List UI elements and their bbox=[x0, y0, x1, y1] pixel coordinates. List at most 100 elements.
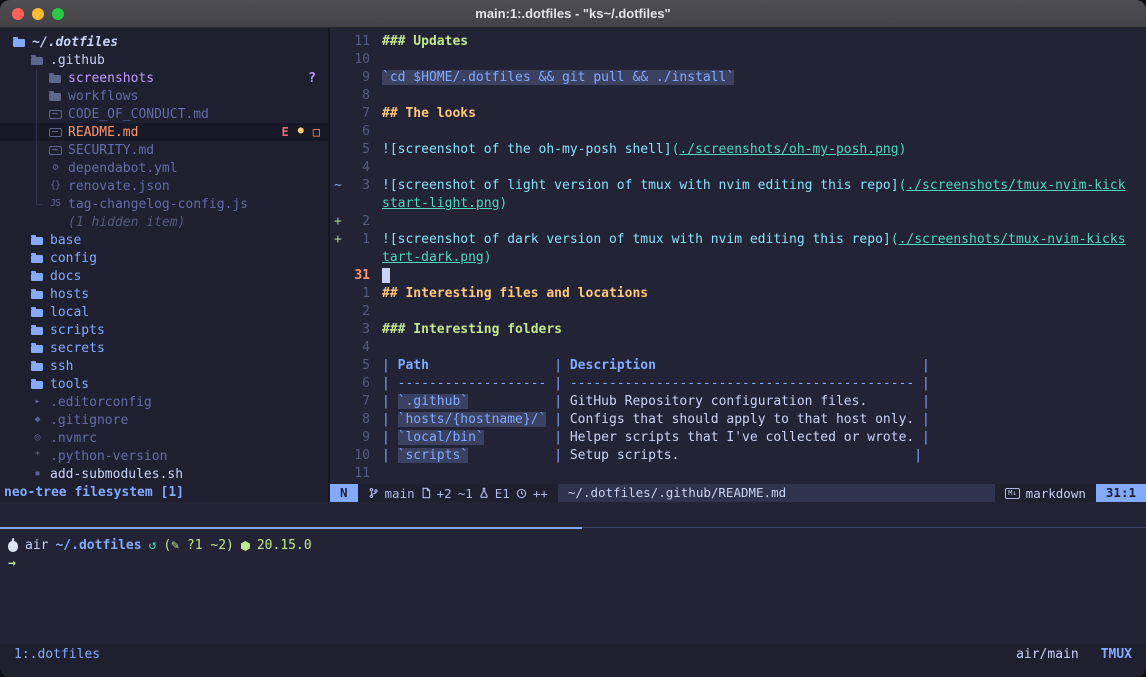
cursor-block bbox=[382, 268, 390, 283]
tree-item[interactable]: ~/.dotfiles bbox=[0, 33, 328, 51]
editor-line[interactable]: start-light.png) bbox=[330, 195, 1146, 213]
line-number: 9 bbox=[344, 69, 370, 87]
gutter-sign bbox=[330, 303, 344, 321]
editor-line[interactable]: 31 bbox=[330, 267, 1146, 285]
editor-line[interactable]: 5| Path | Description | bbox=[330, 357, 1146, 375]
tmux-session-name: air/main bbox=[1016, 646, 1079, 664]
line-number: 8 bbox=[344, 411, 370, 429]
tree-item-label: SECURITY.md bbox=[68, 143, 154, 158]
folder-icon bbox=[30, 362, 44, 371]
tmux-pane-border[interactable] bbox=[0, 527, 1146, 529]
editor-line[interactable]: 9| `local/bin` | Helper scripts that I'v… bbox=[330, 429, 1146, 447]
editor-line[interactable]: ~3![screenshot of light version of tmux … bbox=[330, 177, 1146, 195]
editor-line[interactable]: 5![screenshot of the oh-my-posh shell](.… bbox=[330, 141, 1146, 159]
tree-item[interactable]: docs bbox=[0, 267, 328, 285]
window-title: main:1:.dotfiles - "ks~/.dotfiles" bbox=[0, 6, 1146, 21]
sq-icon: ▪ bbox=[30, 467, 44, 481]
editor-line[interactable]: 3### Interesting folders bbox=[330, 321, 1146, 339]
editor-line[interactable]: 10| `scripts` | Setup scripts. | bbox=[330, 447, 1146, 465]
tree-item-label: CODE_OF_CONDUCT.md bbox=[68, 107, 209, 122]
tmux-right-status: air/main TMUX bbox=[1016, 646, 1132, 664]
tree-item[interactable]: tools bbox=[0, 375, 328, 393]
titlebar[interactable]: main:1:.dotfiles - "ks~/.dotfiles" bbox=[0, 0, 1146, 28]
editor-line[interactable]: 10 bbox=[330, 51, 1146, 69]
tree-item[interactable]: config bbox=[0, 249, 328, 267]
mode-indicator: N bbox=[330, 484, 358, 502]
tree-item[interactable]: {}renovate.json bbox=[0, 177, 328, 195]
status-marker: □ bbox=[313, 125, 320, 139]
tree-item[interactable]: CODE_OF_CONDUCT.md bbox=[0, 105, 328, 123]
editor-line[interactable]: 7## The looks bbox=[330, 105, 1146, 123]
git-branch-icon bbox=[368, 487, 379, 499]
diagnostics-count: E1 bbox=[495, 486, 510, 501]
editor-line[interactable]: 11 bbox=[330, 465, 1146, 483]
editor-line[interactable]: +2 bbox=[330, 213, 1146, 231]
editor-line[interactable]: 11### Updates bbox=[330, 33, 1146, 51]
editor-line[interactable]: tart-dark.png) bbox=[330, 249, 1146, 267]
hex-icon: ◎ bbox=[30, 431, 44, 445]
tree-item[interactable]: scripts bbox=[0, 321, 328, 339]
tree-item[interactable]: screenshots? bbox=[0, 69, 328, 87]
editor-line[interactable]: 8| `hosts/{hostname}/` | Configs that sh… bbox=[330, 411, 1146, 429]
shell-pane[interactable]: air ~/.dotfiles ↺ (✎ ?1 ~2) 20.15.0 → bbox=[0, 537, 1146, 573]
tree-item[interactable]: ssh bbox=[0, 357, 328, 375]
tree-item[interactable]: workflows bbox=[0, 87, 328, 105]
line-text: `cd $HOME/.dotfiles && git pull && ./ins… bbox=[382, 69, 734, 87]
cursor-position: 31:1 bbox=[1096, 484, 1146, 502]
neotree-statusline: neo-tree filesystem [1] bbox=[0, 484, 328, 502]
tree-item-label: docs bbox=[50, 269, 81, 284]
line-text: | ------------------- | ----------------… bbox=[382, 375, 930, 393]
editor-line[interactable]: 1## Interesting files and locations bbox=[330, 285, 1146, 303]
line-number: 8 bbox=[344, 87, 370, 105]
branch-name: main bbox=[385, 486, 415, 501]
tree-item-label: dependabot.yml bbox=[68, 161, 178, 176]
editor-line[interactable]: 4 bbox=[330, 159, 1146, 177]
tree-item[interactable]: hosts bbox=[0, 285, 328, 303]
tree-item-label: local bbox=[50, 305, 89, 320]
folder-icon bbox=[30, 380, 44, 389]
line-text: tart-dark.png) bbox=[382, 249, 492, 267]
editor-pane[interactable]: 11### Updates109`cd $HOME/.dotfiles && g… bbox=[330, 28, 1146, 502]
tree-item[interactable]: JStag-changelog-config.js bbox=[0, 195, 328, 213]
line-number: 9 bbox=[344, 429, 370, 447]
editor-line[interactable]: 8 bbox=[330, 87, 1146, 105]
status-marker: ● bbox=[298, 125, 304, 139]
shell-input-line[interactable]: → bbox=[0, 555, 1146, 573]
line-number: 1 bbox=[344, 231, 370, 249]
js-icon: JS bbox=[48, 197, 62, 211]
tree-item[interactable]: ⚙dependabot.yml bbox=[0, 159, 328, 177]
gutter-sign bbox=[330, 267, 344, 285]
editor-line[interactable]: 9 `cd $HOME/.dotfiles && git pull && ./in… bbox=[330, 69, 1146, 87]
tree-item[interactable]: base bbox=[0, 231, 328, 249]
tree-item-label: add-submodules.sh bbox=[50, 467, 183, 482]
markdown-file-icon bbox=[48, 128, 62, 137]
editor-line[interactable]: 4 bbox=[330, 339, 1146, 357]
apple-icon bbox=[8, 541, 18, 552]
gutter-sign bbox=[330, 465, 344, 483]
tree-item[interactable]: *.python-version bbox=[0, 447, 328, 465]
line-number: 6 bbox=[344, 123, 370, 141]
tree-item[interactable]: .github bbox=[0, 51, 328, 69]
folder-icon bbox=[30, 326, 44, 335]
tree-item[interactable]: secrets bbox=[0, 339, 328, 357]
tree-item[interactable]: ◎.nvmrc bbox=[0, 429, 328, 447]
tmux-window-tab[interactable]: 1:.dotfiles bbox=[14, 646, 100, 664]
editor-line[interactable]: 6 bbox=[330, 123, 1146, 141]
folder-open-icon bbox=[12, 38, 26, 47]
tree-item[interactable]: (1 hidden item) bbox=[0, 213, 328, 231]
tree-item[interactable]: ▪ add-submodules.sh bbox=[0, 465, 328, 483]
markdown-file-icon bbox=[48, 146, 62, 155]
editor-line[interactable]: 6| ------------------- | ---------------… bbox=[330, 375, 1146, 393]
markdown-icon: M↓ bbox=[1005, 488, 1019, 499]
tree-item[interactable]: ▸.editorconfig bbox=[0, 393, 328, 411]
tree-item[interactable]: SECURITY.md bbox=[0, 141, 328, 159]
tree-item[interactable]: ◆.gitignore bbox=[0, 411, 328, 429]
editor-line[interactable]: 7| `.github` | GitHub Repository configu… bbox=[330, 393, 1146, 411]
tree-item[interactable]: README.mdE●□ bbox=[0, 123, 328, 141]
editor-line[interactable]: +1![screenshot of dark version of tmux w… bbox=[330, 231, 1146, 249]
tree-item[interactable]: local bbox=[0, 303, 328, 321]
editor-line[interactable]: 2 bbox=[330, 303, 1146, 321]
gutter-sign bbox=[330, 87, 344, 105]
folder-icon bbox=[30, 254, 44, 263]
neotree-pane[interactable]: ~/.dotfiles.githubscreenshots?workflows C… bbox=[0, 28, 328, 502]
